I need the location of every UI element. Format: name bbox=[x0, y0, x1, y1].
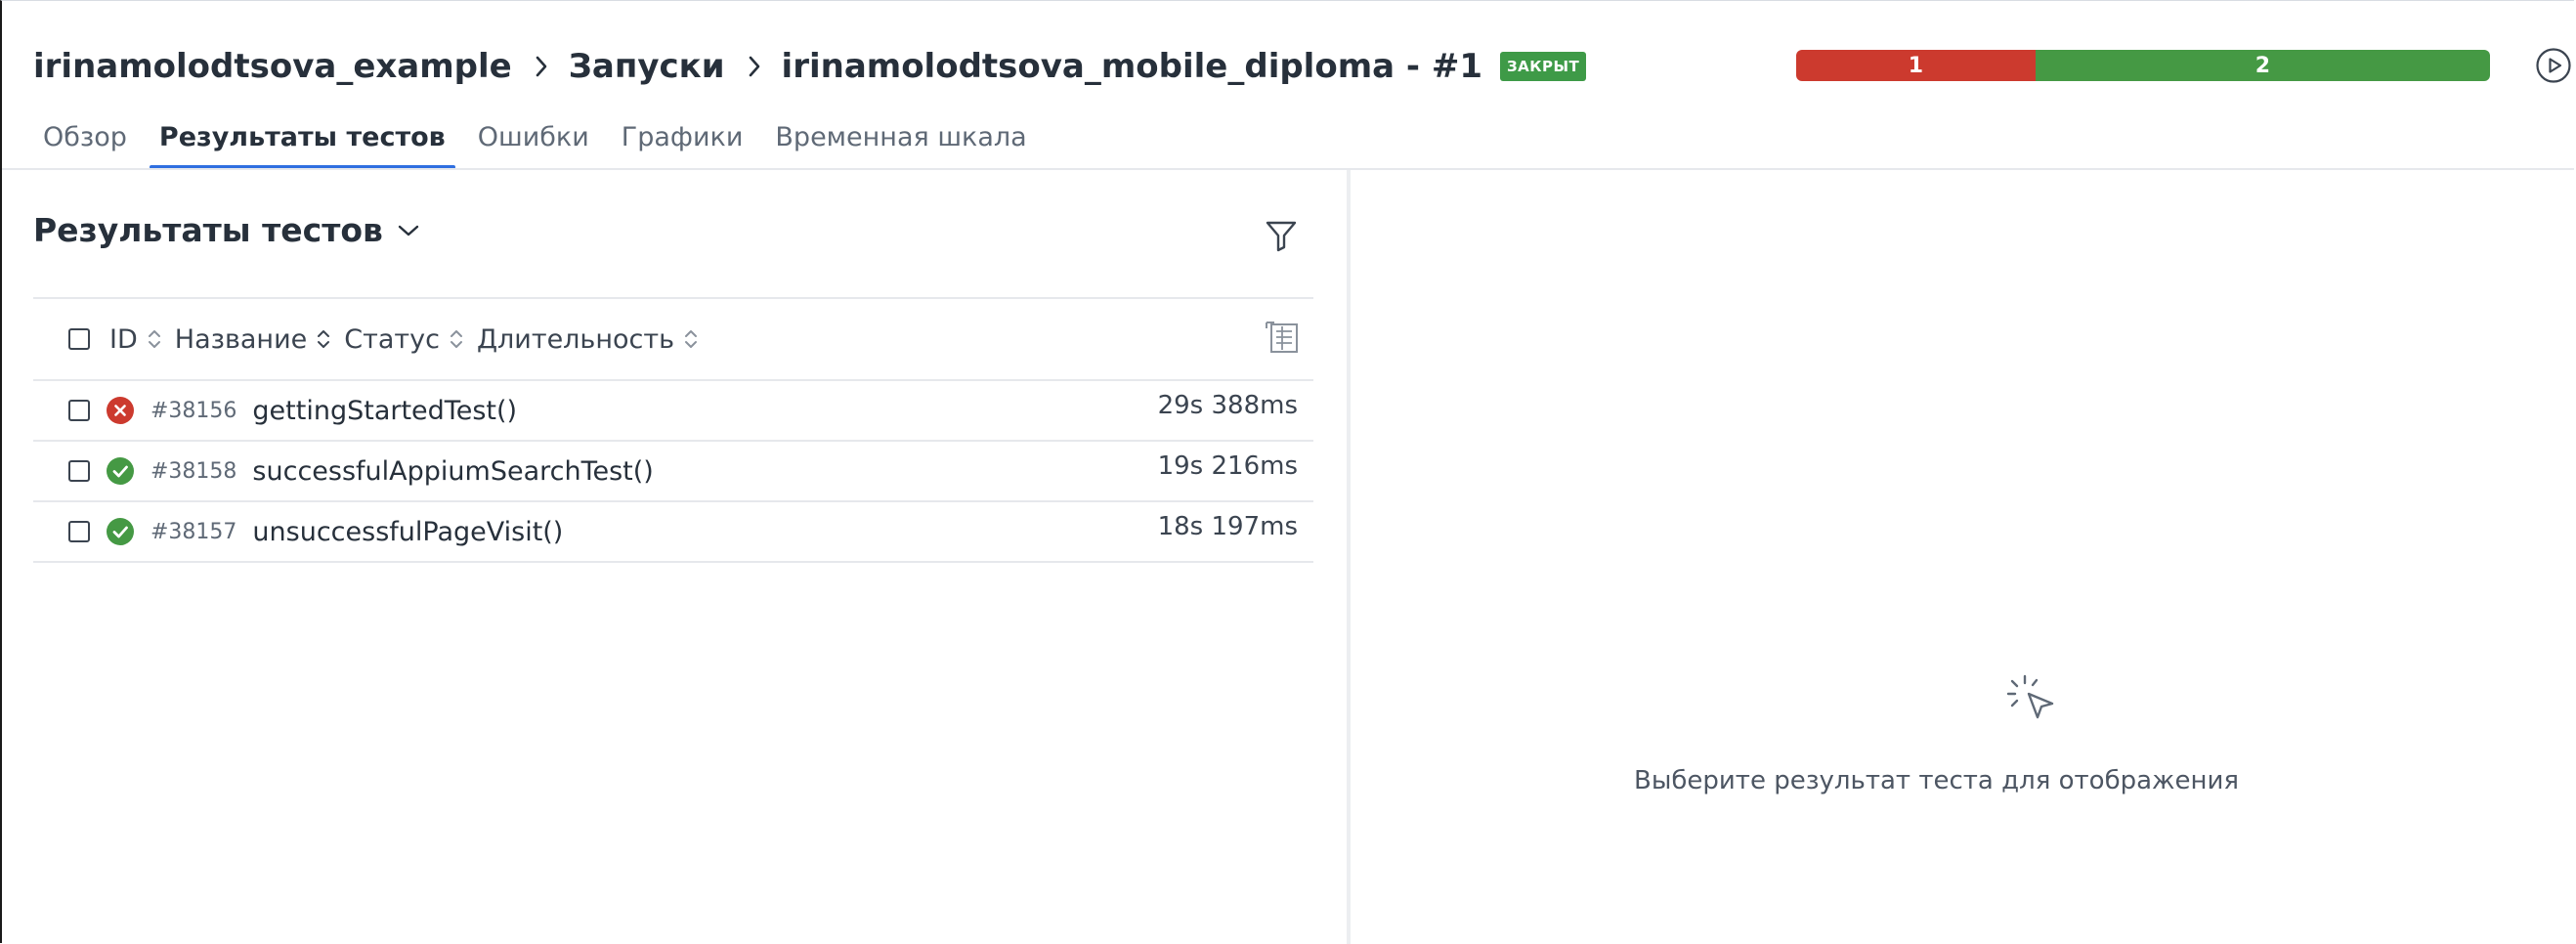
column-duration[interactable]: Длительность bbox=[477, 324, 698, 355]
results-title-dropdown[interactable]: Результаты тестов bbox=[33, 211, 420, 249]
test-id: #38158 bbox=[150, 458, 237, 484]
sort-icon bbox=[684, 327, 698, 351]
chevron-right-icon bbox=[532, 56, 551, 77]
results-table: ID Название Статус Длительность #38156 g… bbox=[33, 297, 1313, 563]
status-badge: ЗАКРЫТ bbox=[1500, 52, 1587, 81]
breadcrumb: irinamolodtsova_example Запуски irinamol… bbox=[33, 42, 1587, 91]
test-id: #38157 bbox=[150, 519, 237, 544]
empty-state-text: Выберите результат теста для отображения bbox=[1634, 766, 2240, 795]
test-name: unsuccessfulPageVisit() bbox=[252, 516, 564, 547]
breadcrumb-launch: irinamolodtsova_mobile_diploma - #1 bbox=[781, 47, 1482, 86]
column-duration-label: Длительность bbox=[476, 323, 675, 355]
row-checkbox[interactable] bbox=[68, 400, 90, 421]
pointer-click-icon bbox=[2001, 668, 2064, 731]
column-status[interactable]: Статус bbox=[344, 324, 463, 355]
tab-timeline[interactable]: Временная шкала bbox=[765, 114, 1036, 169]
test-name: successfulAppiumSearchTest() bbox=[252, 455, 654, 487]
column-status-label: Статус bbox=[344, 323, 440, 355]
table-row[interactable]: #38157 unsuccessfulPageVisit() 18s 197ms bbox=[33, 502, 1313, 563]
tab-overview[interactable]: Обзор bbox=[33, 114, 137, 169]
failed-status-icon bbox=[106, 396, 135, 425]
stats-passed-segment[interactable]: 2 bbox=[2035, 50, 2490, 81]
test-name: gettingStartedTest() bbox=[252, 395, 518, 426]
test-duration: 18s 197ms bbox=[1157, 512, 1298, 541]
select-all-checkbox[interactable] bbox=[68, 328, 90, 350]
breadcrumb-project[interactable]: irinamolodtsova_example bbox=[33, 47, 512, 86]
tab-errors[interactable]: Ошибки bbox=[468, 114, 599, 169]
sort-icon bbox=[148, 327, 161, 351]
table-row[interactable]: #38158 successfulAppiumSearchTest() 19s … bbox=[33, 442, 1313, 502]
column-name[interactable]: Название bbox=[175, 324, 330, 355]
tab-test-results[interactable]: Результаты тестов bbox=[149, 114, 455, 169]
row-checkbox[interactable] bbox=[68, 521, 90, 542]
chevron-right-icon bbox=[745, 56, 764, 77]
table-row[interactable]: #38156 gettingStartedTest() 29s 388ms bbox=[33, 381, 1313, 442]
test-duration: 29s 388ms bbox=[1157, 391, 1298, 420]
column-id[interactable]: ID bbox=[109, 324, 161, 355]
filter-icon[interactable] bbox=[1263, 217, 1300, 254]
test-id: #38156 bbox=[150, 398, 237, 423]
launch-stats-bar: 1 2 bbox=[1796, 50, 2490, 81]
table-header: ID Название Статус Длительность bbox=[33, 297, 1313, 381]
tab-bar: Обзор Результаты тестов Ошибки Графики В… bbox=[33, 114, 1050, 169]
row-checkbox[interactable] bbox=[68, 460, 90, 482]
launch-page: irinamolodtsova_example Запуски irinamol… bbox=[0, 0, 2576, 944]
column-id-label: ID bbox=[109, 323, 138, 355]
play-circle-icon[interactable] bbox=[2535, 47, 2572, 84]
tab-graphs[interactable]: Графики bbox=[612, 114, 753, 169]
column-name-label: Название bbox=[174, 323, 308, 355]
results-panel: Результаты тестов ID Название Статус Дли… bbox=[2, 170, 1347, 944]
stats-failed-segment[interactable]: 1 bbox=[1796, 50, 2036, 81]
test-duration: 19s 216ms bbox=[1157, 451, 1298, 481]
breadcrumb-launches[interactable]: Запуски bbox=[569, 47, 725, 86]
passed-status-icon bbox=[106, 517, 135, 546]
chevron-down-icon bbox=[397, 223, 420, 238]
sort-icon bbox=[317, 327, 330, 351]
column-settings-icon[interactable] bbox=[1263, 319, 1302, 358]
results-title: Результаты тестов bbox=[33, 211, 383, 249]
sort-icon bbox=[450, 327, 463, 351]
test-detail-panel: Выберите результат теста для отображения bbox=[1351, 170, 2576, 944]
passed-status-icon bbox=[106, 456, 135, 486]
